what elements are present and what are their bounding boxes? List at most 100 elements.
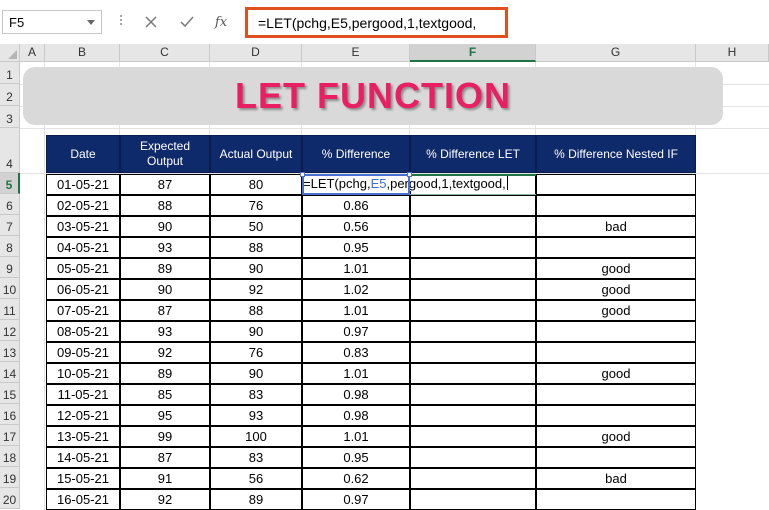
cell-pct-difference-let[interactable] (410, 384, 536, 405)
row-header-20[interactable]: 20 (0, 488, 20, 509)
cell-date[interactable]: 05-05-21 (46, 258, 120, 279)
cell-actual[interactable]: 93 (210, 405, 302, 426)
row-header-9[interactable]: 9 (0, 257, 20, 278)
cell-pct-difference-nested-if[interactable]: good (536, 426, 696, 447)
row-header-13[interactable]: 13 (0, 341, 20, 362)
cell-pct-difference[interactable]: 1.01 (302, 363, 410, 384)
select-all-corner[interactable] (0, 44, 20, 62)
cell-pct-difference[interactable]: 0.95 (302, 237, 410, 258)
cell-pct-difference[interactable]: 0.97 (302, 489, 410, 510)
cell-pct-difference[interactable]: 0.95 (302, 447, 410, 468)
cell-expected[interactable]: 91 (120, 468, 210, 489)
cell-pct-difference[interactable]: 1.02 (302, 279, 410, 300)
column-header-f[interactable]: F (410, 44, 536, 62)
cell-date[interactable]: 08-05-21 (46, 321, 120, 342)
cell-pct-difference-let[interactable] (410, 468, 536, 489)
cell-expected[interactable]: 87 (120, 300, 210, 321)
cell-pct-difference-let[interactable] (410, 300, 536, 321)
cell-pct-difference-nested-if[interactable] (536, 321, 696, 342)
cell-pct-difference-let[interactable] (410, 489, 536, 510)
row-header-19[interactable]: 19 (0, 467, 20, 488)
cell-expected[interactable]: 90 (120, 216, 210, 237)
cell-date[interactable]: 12-05-21 (46, 405, 120, 426)
column-header-h[interactable]: H (696, 44, 769, 62)
cell-pct-difference-let[interactable] (410, 363, 536, 384)
cell-expected[interactable]: 92 (120, 489, 210, 510)
cell-actual[interactable]: 56 (210, 468, 302, 489)
cell-actual[interactable]: 100 (210, 426, 302, 447)
cell-pct-difference[interactable]: 0.83 (302, 342, 410, 363)
header-date[interactable]: Date (46, 135, 120, 173)
row-header-11[interactable]: 11 (0, 299, 20, 320)
cell-actual[interactable]: 88 (210, 300, 302, 321)
cell-pct-difference-let[interactable] (410, 405, 536, 426)
cell-pct-difference[interactable]: 0.98 (302, 384, 410, 405)
cell-pct-difference-let[interactable] (410, 342, 536, 363)
cell-actual[interactable]: 76 (210, 342, 302, 363)
cell-expected[interactable]: 93 (120, 321, 210, 342)
cell-pct-difference-nested-if[interactable]: bad (536, 216, 696, 237)
cell-pct-difference[interactable]: 1.01 (302, 258, 410, 279)
cell-actual[interactable]: 83 (210, 447, 302, 468)
cell-pct-difference-nested-if[interactable] (536, 405, 696, 426)
cell-pct-difference[interactable]: 1.01 (302, 426, 410, 447)
cell-actual[interactable]: 90 (210, 363, 302, 384)
row-header-8[interactable]: 8 (0, 236, 20, 257)
cell-date[interactable]: 15-05-21 (46, 468, 120, 489)
cell-pct-difference[interactable]: 0.98 (302, 405, 410, 426)
cell-expected[interactable]: 89 (120, 258, 210, 279)
enter-button[interactable] (176, 12, 198, 32)
cell-pct-difference[interactable]: 0.62 (302, 468, 410, 489)
row-header-4[interactable]: 4 (0, 128, 20, 173)
row-header-1[interactable]: 1 (0, 62, 20, 84)
column-header-b[interactable]: B (45, 44, 120, 62)
cell-pct-difference-let[interactable] (410, 237, 536, 258)
row-header-12[interactable]: 12 (0, 320, 20, 341)
cell-actual[interactable]: 89 (210, 489, 302, 510)
column-header-g[interactable]: G (536, 44, 696, 62)
cell-pct-difference-let[interactable] (410, 447, 536, 468)
cell-expected[interactable]: 89 (120, 363, 210, 384)
cell-date[interactable]: 07-05-21 (46, 300, 120, 321)
header-percent-difference[interactable]: % Difference (302, 135, 410, 173)
cell-date[interactable]: 01-05-21 (46, 174, 120, 195)
insert-function-button[interactable]: fx (210, 12, 232, 32)
cell-expected[interactable]: 92 (120, 342, 210, 363)
cell-date[interactable]: 04-05-21 (46, 237, 120, 258)
cell-pct-difference-let[interactable] (410, 216, 536, 237)
row-header-17[interactable]: 17 (0, 425, 20, 446)
row-header-5[interactable]: 5 (0, 173, 20, 194)
cell-pct-difference-let[interactable] (410, 195, 536, 216)
name-box[interactable]: F5 (2, 10, 102, 34)
cell-expected[interactable]: 99 (120, 426, 210, 447)
row-header-3[interactable]: 3 (0, 106, 20, 128)
cell-pct-difference[interactable]: 0.56 (302, 216, 410, 237)
cell-pct-difference-nested-if[interactable] (536, 237, 696, 258)
cell-date[interactable]: 09-05-21 (46, 342, 120, 363)
header-actual-output[interactable]: Actual Output (210, 135, 302, 173)
cell-actual[interactable]: 80 (210, 174, 302, 195)
column-header-e[interactable]: E (302, 44, 410, 62)
cell-pct-difference-nested-if[interactable] (536, 384, 696, 405)
column-header-d[interactable]: D (210, 44, 302, 62)
cell-actual[interactable]: 90 (210, 258, 302, 279)
cell-pct-difference-nested-if[interactable] (536, 342, 696, 363)
formula-input[interactable]: =LET(pchg,E5,pergood,1,textgood, (245, 7, 508, 38)
cell-pct-difference-let[interactable] (410, 258, 536, 279)
cell-actual[interactable]: 76 (210, 195, 302, 216)
cell-expected[interactable]: 93 (120, 237, 210, 258)
header-expected-output[interactable]: Expected Output (120, 135, 210, 173)
column-header-c[interactable]: C (120, 44, 210, 62)
row-header-15[interactable]: 15 (0, 383, 20, 404)
cell-expected[interactable]: 85 (120, 384, 210, 405)
cell-date[interactable]: 13-05-21 (46, 426, 120, 447)
row-header-16[interactable]: 16 (0, 404, 20, 425)
cell-date[interactable]: 10-05-21 (46, 363, 120, 384)
cell-date[interactable]: 14-05-21 (46, 447, 120, 468)
cell-pct-difference-nested-if[interactable]: good (536, 300, 696, 321)
row-header-10[interactable]: 10 (0, 278, 20, 299)
cell-actual[interactable]: 90 (210, 321, 302, 342)
cell-actual[interactable]: 50 (210, 216, 302, 237)
cell-pct-difference[interactable]: 0.86 (302, 195, 410, 216)
row-header-6[interactable]: 6 (0, 194, 20, 215)
